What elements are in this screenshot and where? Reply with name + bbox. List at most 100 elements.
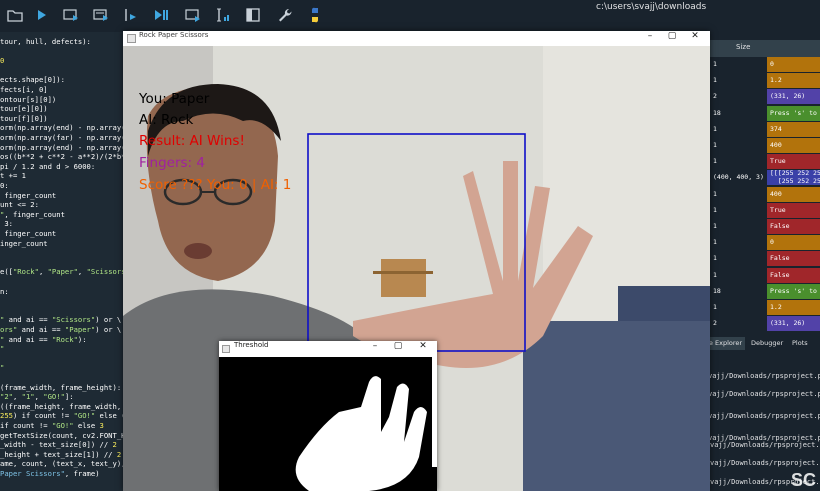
threshold-window[interactable]: Threshold – ▢ ✕ <box>219 341 437 491</box>
variable-value[interactable]: 1.2 <box>767 73 820 89</box>
run-cell-advance-icon[interactable] <box>92 6 110 24</box>
rps-titlebar[interactable]: Rock Paper Scissors – ▢ ✕ <box>123 31 710 46</box>
variable-size[interactable]: 2 <box>710 89 767 105</box>
variable-value[interactable]: False <box>767 219 820 234</box>
code-line[interactable]: unt <= 2: <box>0 200 39 210</box>
close-button[interactable]: ✕ <box>413 341 433 357</box>
run-selection-icon[interactable] <box>122 6 140 24</box>
run-icon[interactable] <box>32 6 50 24</box>
code-line[interactable]: 255) if count != "GO!" else (0, <box>0 411 134 421</box>
variable-size[interactable]: 1 <box>710 219 767 234</box>
wrench-icon[interactable] <box>276 6 294 24</box>
variable-value[interactable]: False <box>767 267 820 283</box>
code-line[interactable]: tour, hull, defects): <box>0 37 91 47</box>
variable-size[interactable]: 18 <box>710 105 767 121</box>
variable-value[interactable]: [[[255 252 255] [255 252 255] <box>767 170 820 186</box>
code-line[interactable]: ontour[s][0]) <box>0 95 56 105</box>
pane-tab[interactable]: Debugger <box>748 337 786 350</box>
minimize-button[interactable]: – <box>640 31 660 47</box>
code-line[interactable]: 3: <box>0 219 13 229</box>
variable-size[interactable]: (400, 400, 3) <box>710 170 767 186</box>
variable-value[interactable]: False <box>767 251 820 267</box>
code-editor[interactable]: tour, hull, defects): 0 ects.shape[0]): fec… <box>0 32 140 491</box>
variable-size[interactable]: 18 <box>710 283 767 299</box>
minimize-button[interactable]: – <box>365 341 385 357</box>
code-line[interactable]: pi / 1.2 and d > 6000: <box>0 162 95 172</box>
variable-value[interactable]: True <box>767 202 820 218</box>
step-icon[interactable] <box>214 6 232 24</box>
code-token: tour[f][0]) <box>0 113 48 123</box>
code-token: e([ <box>0 267 13 277</box>
variable-value[interactable]: (331, 26) <box>767 316 820 332</box>
working-directory-path[interactable]: c:\users\svajj\downloads <box>590 0 820 14</box>
code-line[interactable]: orm(np.array(far) - np.array(star <box>0 133 140 143</box>
code-line[interactable]: " and ai == "Scissors") or \ <box>0 315 121 325</box>
variable-value[interactable]: 374 <box>767 121 820 137</box>
variable-size[interactable]: 1 <box>710 267 767 283</box>
code-line[interactable]: ors" and ai == "Paper") or \ <box>0 325 121 335</box>
code-line[interactable]: ", finger_count <box>0 210 65 220</box>
code-line[interactable]: ame, count, (text_x, text_y), cv2.FONT_H… <box>0 459 140 469</box>
variable-value[interactable]: (331, 26) <box>767 89 820 105</box>
code-line[interactable]: finger_count <box>0 191 56 201</box>
code-token: , <box>34 392 44 402</box>
code-line[interactable]: getTextSize(count, cv2.FONT_HERSHEY_SIMP… <box>0 431 140 441</box>
variable-value[interactable]: 1.2 <box>767 300 820 315</box>
variable-value[interactable]: Press 's' to Sta <box>767 105 820 121</box>
variable-value[interactable]: 400 <box>767 186 820 202</box>
debug-cell-icon[interactable] <box>184 6 202 24</box>
maximize-button[interactable]: ▢ <box>388 341 408 357</box>
maximize-button[interactable]: ▢ <box>662 31 682 47</box>
code-line[interactable]: 0 <box>0 56 4 66</box>
run-cell-icon[interactable] <box>62 6 80 24</box>
code-line[interactable]: fects[i, 0] <box>0 85 48 95</box>
code-line[interactable]: tour[f][0]) <box>0 114 48 124</box>
variable-size[interactable]: 1 <box>710 251 767 267</box>
code-line[interactable]: e(["Rock", "Paper", "Scissors"]) <box>0 267 139 277</box>
code-line[interactable]: " and ai == "Rock"): <box>0 335 87 345</box>
python-icon[interactable] <box>306 6 324 24</box>
code-line[interactable]: _height + text_size[1]) // 2 <box>0 450 121 460</box>
code-line[interactable]: ects.shape[0]): <box>0 75 65 85</box>
code-line[interactable]: 0: <box>0 181 9 191</box>
folder-icon[interactable] <box>6 6 24 24</box>
code-line[interactable]: (frame_width, frame_height): <box>0 383 121 393</box>
code-line[interactable]: " <box>0 344 4 354</box>
code-token: else <box>73 421 100 430</box>
code-line[interactable]: ((frame_height, frame_width, 3), <box>0 402 138 412</box>
variable-size[interactable]: 1 <box>710 73 767 89</box>
variable-size[interactable]: 1 <box>710 154 767 170</box>
variable-value[interactable]: Press 's' to Sta <box>767 283 820 299</box>
variable-value[interactable]: 400 <box>767 138 820 153</box>
pane-tab[interactable]: Plots <box>789 337 811 350</box>
variable-size[interactable]: 1 <box>710 300 767 315</box>
code-line[interactable]: orm(np.array(end) - np.array(far) <box>0 143 140 153</box>
code-line[interactable]: inger_count <box>0 239 48 249</box>
variable-size[interactable]: 2 <box>710 316 767 332</box>
code-line[interactable]: orm(np.array(end) - np.array(star <box>0 123 140 133</box>
toggle-pane-icon[interactable] <box>244 6 262 24</box>
code-line[interactable]: _width - text_size[0]) // 2 <box>0 440 117 450</box>
variable-value[interactable]: True <box>767 154 820 170</box>
code-line[interactable]: if count != "GO!" else 3 <box>0 421 104 431</box>
code-line[interactable]: t += 1 <box>0 171 26 181</box>
variable-size[interactable]: 1 <box>710 235 767 251</box>
variable-size[interactable]: 1 <box>710 57 767 72</box>
variable-size[interactable]: 1 <box>710 186 767 202</box>
variable-value[interactable]: 0 <box>767 235 820 251</box>
variable-size[interactable]: 1 <box>710 121 767 137</box>
variable-value[interactable]: 0 <box>767 57 820 72</box>
code-line[interactable]: n: <box>0 287 9 297</box>
code-line[interactable]: " <box>0 363 4 373</box>
code-line[interactable]: finger_count <box>0 229 56 239</box>
code-token: "Paper" <box>64 325 96 334</box>
close-button[interactable]: ✕ <box>685 31 705 47</box>
threshold-titlebar[interactable]: Threshold – ▢ ✕ <box>219 341 437 357</box>
debug-icon[interactable] <box>152 6 170 24</box>
variable-size[interactable]: 1 <box>710 202 767 218</box>
variable-size[interactable]: 1 <box>710 138 767 153</box>
code-line[interactable]: Paper Scissors", frame) <box>0 469 100 479</box>
code-line[interactable]: "2", "1", "GO!"]: <box>0 392 74 402</box>
code-line[interactable]: tour[e][0]) <box>0 104 48 114</box>
code-line[interactable]: os((b**2 + c**2 - a**2)/(2*b*c)) <box>0 152 138 162</box>
